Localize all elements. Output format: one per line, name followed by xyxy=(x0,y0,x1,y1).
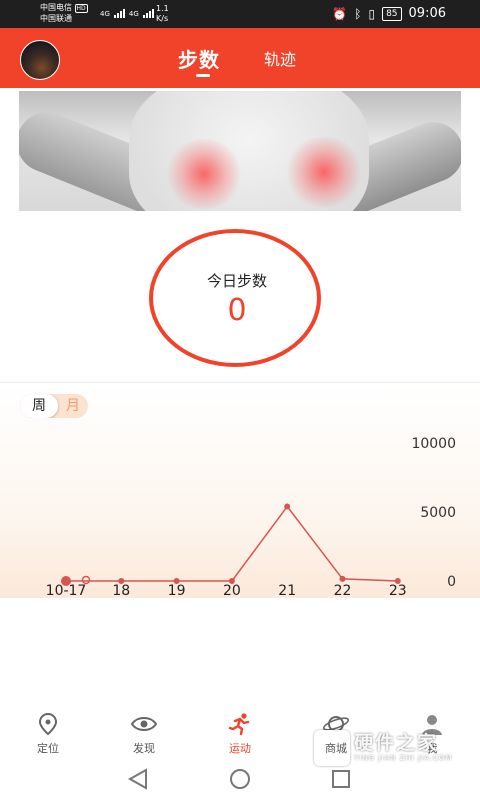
y-tick-label: 0 xyxy=(447,574,456,590)
nav-item-location[interactable]: 定位 xyxy=(18,708,78,756)
watermark-sub-text: YING JIAN ZHI JIA.COM xyxy=(354,754,453,762)
status-bar: 中国电信 HD 中国联通 4G 4G 1.1 K/s ⏰ ᛒ ▯ 85 09:0… xyxy=(0,0,480,28)
signal-indicators: 4G 4G xyxy=(100,8,154,18)
y-tick-label: 5000 xyxy=(420,505,456,521)
data-point[interactable] xyxy=(284,503,291,510)
avatar[interactable] xyxy=(20,40,60,80)
nav-item-sport[interactable]: 运动 xyxy=(210,708,270,756)
x-tick-label: 10-17 xyxy=(46,583,87,598)
system-nav-icons xyxy=(127,768,350,790)
carrier-1: 中国电信 xyxy=(40,3,72,12)
tab-steps[interactable]: 步数 xyxy=(178,44,220,73)
eye-icon xyxy=(130,717,158,731)
watermark-main-text: 硬件之家 xyxy=(354,732,439,754)
running-icon xyxy=(228,713,250,736)
nav-label: 运动 xyxy=(229,742,251,755)
x-tick-label: 23 xyxy=(389,583,407,598)
network-type-2: 4G xyxy=(128,10,139,18)
bluetooth-icon: ᛒ xyxy=(354,6,362,21)
network-speed-unit: K/s xyxy=(156,14,169,23)
nav-item-discover[interactable]: 发现 xyxy=(114,708,174,756)
back-pain-banner[interactable] xyxy=(19,91,461,211)
today-steps-label: 今日步数 xyxy=(206,272,267,290)
vibrate-icon: ▯ xyxy=(368,6,376,21)
alarm-icon: ⏰ xyxy=(332,6,348,21)
x-tick-label: 22 xyxy=(334,583,352,598)
nav-label: 定位 xyxy=(37,742,59,755)
active-tab-indicator xyxy=(196,74,210,77)
network-type-1: 4G xyxy=(100,10,110,18)
watermark-logo xyxy=(314,730,350,766)
signal-icon xyxy=(113,8,125,18)
toggle-month[interactable]: 月 xyxy=(60,394,86,418)
system-nav-bar xyxy=(0,762,480,800)
carrier-info: 中国电信 HD 中国联通 xyxy=(40,3,88,24)
location-pin-icon xyxy=(38,712,58,736)
x-tick-label: 21 xyxy=(278,583,296,598)
recents-icon[interactable] xyxy=(332,770,350,788)
network-speed-value: 1.1 xyxy=(156,4,169,13)
y-tick-label: 10000 xyxy=(411,436,456,452)
banner-pain-highlight xyxy=(284,137,364,207)
app-header: 步数 轨迹 xyxy=(0,28,480,88)
today-steps-ring: 今日步数 0 xyxy=(147,227,327,371)
hd-badge: HD xyxy=(74,4,88,13)
banner-pain-highlight xyxy=(164,139,244,209)
signal-icon xyxy=(142,8,154,18)
battery-indicator: 85 xyxy=(382,6,402,21)
today-steps-value: 0 xyxy=(227,293,247,328)
data-point[interactable] xyxy=(339,575,346,582)
network-speed: 1.1 K/s xyxy=(156,4,169,24)
clock: 09:06 xyxy=(408,6,446,21)
status-right: ⏰ ᛒ ▯ 85 09:06 xyxy=(332,6,446,21)
back-icon[interactable] xyxy=(127,768,147,790)
nav-label: 发现 xyxy=(133,742,155,755)
x-tick-label: 20 xyxy=(223,583,241,598)
home-icon[interactable] xyxy=(230,769,250,789)
tab-track[interactable]: 轨迹 xyxy=(264,46,296,70)
period-toggle[interactable]: 周 月 xyxy=(20,394,88,418)
carrier-2: 中国联通 xyxy=(40,14,72,23)
steps-series-line xyxy=(66,505,398,582)
toggle-week[interactable]: 周 xyxy=(20,394,58,418)
x-tick-label: 19 xyxy=(168,583,186,598)
x-tick-label: 18 xyxy=(112,583,130,598)
